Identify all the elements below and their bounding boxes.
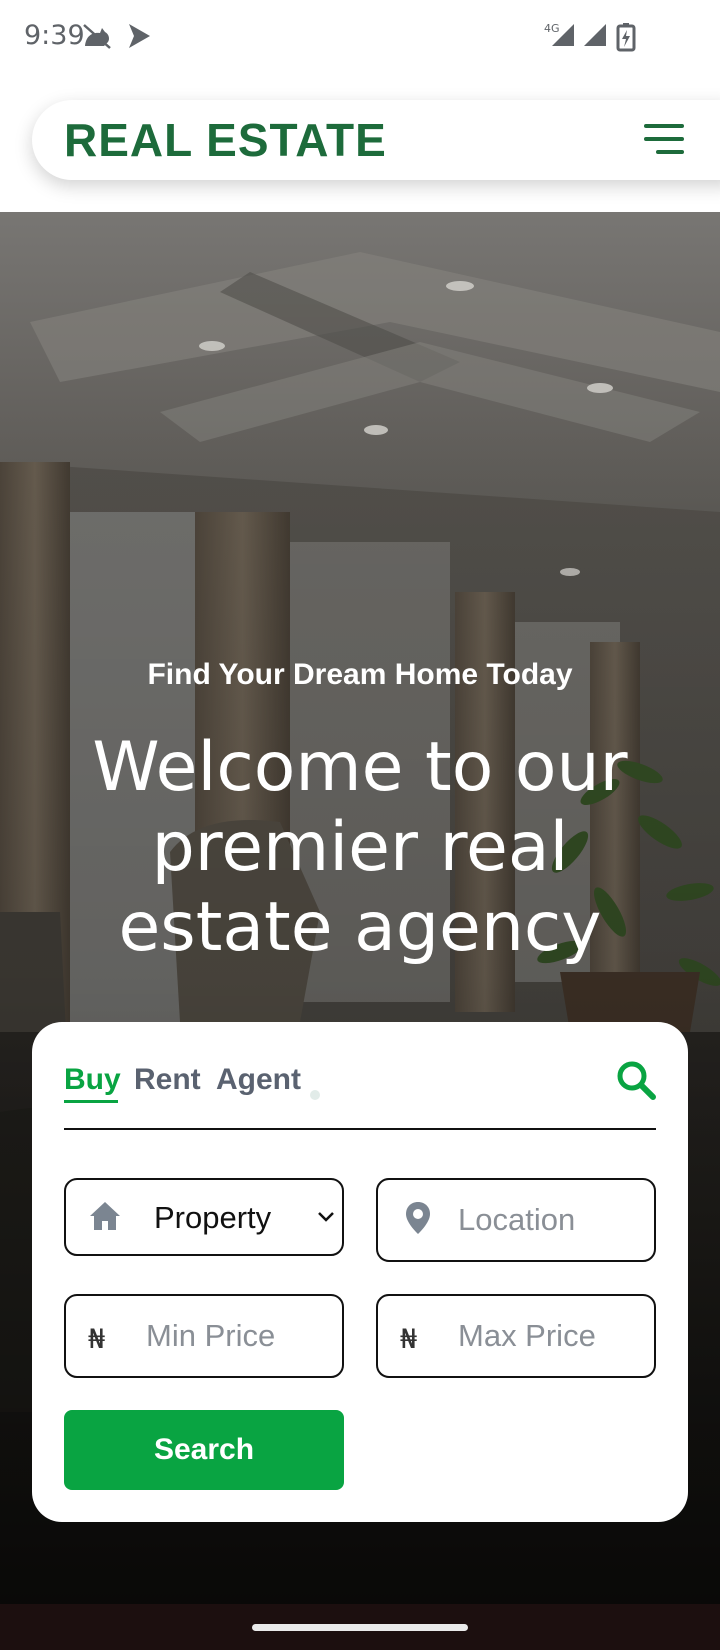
search-icon[interactable] <box>614 1058 658 1102</box>
naira-currency-icon: ₦ <box>88 1324 106 1355</box>
min-price-placeholder: Min Price <box>146 1318 276 1353</box>
hamburger-menu-icon[interactable] <box>640 118 688 160</box>
property-type-select[interactable]: Property <box>64 1178 344 1256</box>
decorative-dot <box>310 1090 320 1100</box>
tab-rent[interactable]: Rent <box>134 1060 201 1100</box>
signal-4g-icon <box>552 24 574 46</box>
chevron-down-icon <box>318 1212 334 1222</box>
min-price-input[interactable]: ₦ Min Price <box>64 1294 344 1378</box>
cat-notification-icon <box>83 24 111 49</box>
location-placeholder: Location <box>458 1202 576 1237</box>
max-price-input[interactable]: ₦ Max Price <box>376 1294 656 1378</box>
hero-headline: Welcome to our premier real estate agenc… <box>92 728 628 967</box>
tab-agent[interactable]: Agent <box>216 1060 301 1100</box>
signal-icon <box>584 24 606 46</box>
battery-charging-icon <box>616 23 636 52</box>
status-bar: 9:39 4G <box>0 0 720 74</box>
location-input[interactable]: Location <box>376 1178 656 1262</box>
hero-tagline: Find Your Dream Home Today <box>147 658 573 691</box>
search-button[interactable]: Search <box>64 1410 344 1490</box>
active-tab-indicator <box>64 1100 118 1103</box>
tabs-divider <box>64 1128 656 1130</box>
property-select-value: Property <box>154 1200 272 1235</box>
naira-currency-icon: ₦ <box>400 1324 418 1355</box>
home-icon <box>90 1202 120 1230</box>
play-store-icon <box>129 24 150 48</box>
max-price-placeholder: Max Price <box>458 1318 596 1353</box>
status-time: 9:39 <box>24 20 85 51</box>
map-pin-icon <box>406 1202 430 1234</box>
home-gesture-handle[interactable] <box>252 1624 468 1631</box>
tab-buy[interactable]: Buy <box>64 1060 121 1100</box>
brand-logo-text[interactable]: REAL ESTATE <box>64 112 387 168</box>
